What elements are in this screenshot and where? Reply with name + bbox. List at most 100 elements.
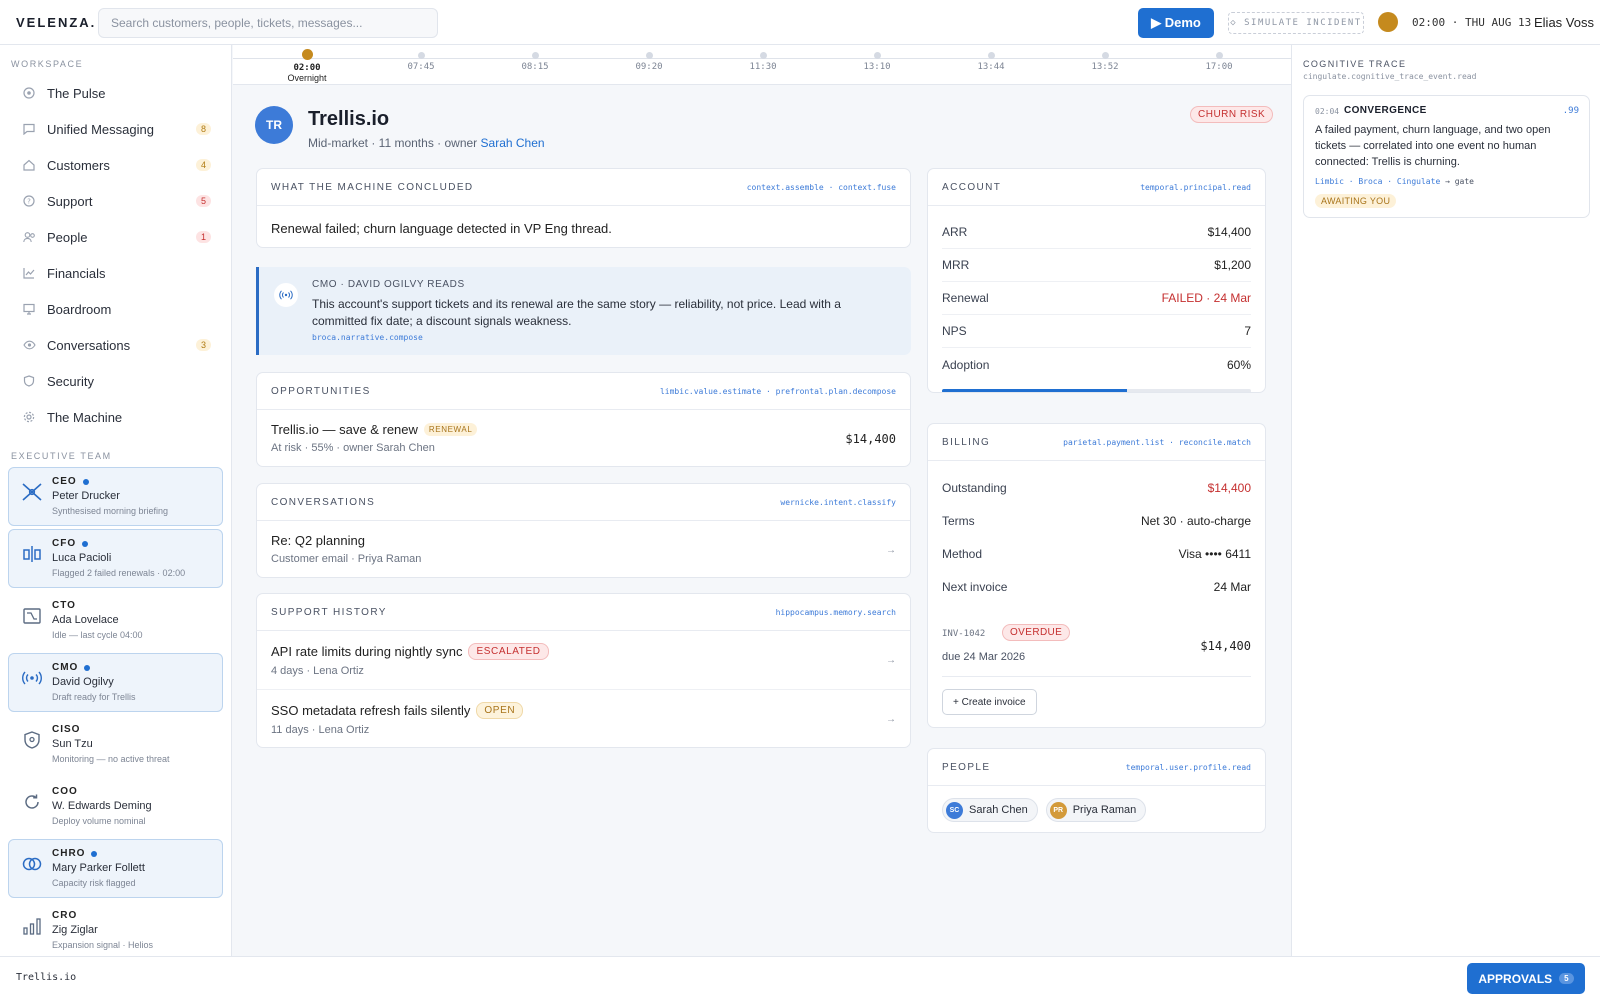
- table-row[interactable]: SSO metadata refresh fails silently OPEN …: [257, 690, 910, 747]
- sidebar-item-conversations[interactable]: Conversations 3: [0, 327, 231, 363]
- tick-time: 09:20: [635, 62, 663, 72]
- sidebar-item-label: Security: [47, 373, 94, 389]
- timeline-tick[interactable]: 07:45: [391, 48, 451, 72]
- people-icon: [22, 230, 36, 244]
- exec-name: Zig Ziglar: [52, 924, 98, 936]
- exec-card-cto[interactable]: CTO Ada Lovelace Idle — last cycle 04:00: [8, 591, 223, 650]
- timeline-tick-current[interactable]: 02:00 Overnight: [277, 48, 337, 83]
- card-title: WHAT THE MACHINE CONCLUDED: [271, 181, 474, 193]
- item-title: SSO metadata refresh fails silently: [271, 703, 471, 718]
- time-of-day-icon: [1378, 12, 1398, 32]
- conclusion-text: Renewal failed; churn language detected …: [271, 221, 612, 236]
- count-badge: 1: [195, 231, 211, 243]
- approvals-button[interactable]: APPROVALS 5: [1467, 963, 1585, 994]
- timeline-tick[interactable]: 13:10: [847, 48, 907, 72]
- sidebar-item-people[interactable]: People 1: [0, 219, 231, 255]
- timeline-now-dot: [301, 49, 313, 60]
- chain-step[interactable]: Broca: [1358, 177, 1382, 186]
- sidebar-item-support[interactable]: ? Support 5: [0, 183, 231, 219]
- balance-icon: [21, 543, 43, 565]
- count-badge: 4: [195, 159, 211, 171]
- panel-subtitle: cingulate.cognitive_trace_event.read: [1303, 72, 1477, 81]
- timeline-tick[interactable]: 11:30: [733, 48, 793, 72]
- sidebar-item-label: Boardroom: [47, 301, 112, 317]
- cognitive-trace-panel: COGNITIVE TRACE cingulate.cognitive_trac…: [1291, 45, 1600, 956]
- item-subtitle: 4 days · Lena Ortiz: [271, 665, 364, 677]
- kv-row-nps: NPS 7: [942, 315, 1251, 348]
- kv-row-outstanding: Outstanding $14,400: [942, 480, 1251, 495]
- timeline: 02:00 Overnight 07:45 08:15 09:20 11:30 …: [233, 45, 1291, 85]
- invoice-row[interactable]: INV-1042 OVERDUE due 24 Mar 2026 $14,400: [942, 615, 1251, 677]
- timeline-tick[interactable]: 17:00: [1189, 48, 1249, 72]
- crossed-lines-icon: [21, 481, 43, 503]
- main-content: TR Trellis.io Mid-market · 11 months · o…: [233, 86, 1291, 956]
- monitor-icon: [22, 302, 36, 316]
- invoice-amount: $14,400: [1200, 639, 1251, 653]
- exec-role: CHRO: [52, 848, 222, 859]
- escalated-badge: ESCALATED: [468, 643, 549, 660]
- executive-team-label: EXECUTIVE TEAM: [11, 451, 112, 461]
- owner-link[interactable]: Sarah Chen: [481, 136, 545, 150]
- sidebar-item-boardroom[interactable]: Boardroom: [0, 291, 231, 327]
- exec-card-cfo[interactable]: CFO Luca Pacioli Flagged 2 failed renewa…: [8, 529, 223, 588]
- card-tag: parietal.payment.list · reconcile.match: [1063, 437, 1251, 447]
- event-time: 02:04: [1315, 107, 1340, 116]
- sidebar-item-financials[interactable]: Financials: [0, 255, 231, 291]
- cycle-icon: [21, 791, 43, 813]
- user-name[interactable]: Elias Voss: [1534, 15, 1594, 30]
- list-item[interactable]: Re: Q2 planning Customer email · Priya R…: [257, 521, 910, 577]
- app-logo[interactable]: VELENZA.: [16, 15, 96, 30]
- person-chip[interactable]: PR Priya Raman: [1045, 798, 1147, 822]
- timeline-tick[interactable]: 13:44: [961, 48, 1021, 72]
- exec-status: Expansion signal · Helios: [52, 940, 154, 950]
- person-chip[interactable]: SC Sarah Chen: [942, 798, 1038, 822]
- chain-step[interactable]: Cingulate: [1397, 177, 1440, 186]
- exec-card-cro[interactable]: CRO Zig Ziglar Expansion signal · Helios: [8, 901, 223, 956]
- card-title: OPPORTUNITIES: [271, 385, 371, 397]
- churn-risk-badge: CHURN RISK: [1190, 106, 1274, 123]
- exec-card-ceo[interactable]: CEO Peter Drucker Synthesised morning br…: [8, 467, 223, 526]
- card-tag: hippocampus.memory.search: [775, 607, 896, 617]
- sidebar-item-label: Unified Messaging: [47, 121, 154, 137]
- sidebar-item-label: Conversations: [47, 337, 131, 353]
- chain-step[interactable]: Limbic: [1315, 177, 1344, 186]
- pulse-icon: [22, 86, 36, 100]
- awaiting-badge: AWAITING YOU: [1315, 194, 1397, 208]
- simulate-incident-button[interactable]: ◇ SIMULATE INCIDENT: [1228, 12, 1364, 34]
- sidebar-item-label: Support: [47, 193, 93, 209]
- kv-row-terms: Terms Net 30 · auto-charge: [942, 513, 1251, 528]
- table-row[interactable]: API rate limits during nightly sync ESCAL…: [257, 631, 910, 690]
- timeline-tick[interactable]: 08:15: [505, 48, 565, 72]
- approvals-count-badge: 5: [1559, 973, 1574, 984]
- exec-card-cmo[interactable]: CMO David Ogilvy Draft ready for Trellis: [8, 653, 223, 712]
- trace-event-card[interactable]: 02:04 CONVERGENCE .99 A failed payment, …: [1303, 95, 1590, 218]
- exec-card-ciso[interactable]: CISO Sun Tzu Monitoring — no active thre…: [8, 715, 223, 774]
- sidebar-item-security[interactable]: Security: [0, 363, 231, 399]
- sidebar-item-unified-messaging[interactable]: Unified Messaging 8: [0, 111, 231, 147]
- demo-button[interactable]: ▶ Demo: [1138, 8, 1214, 38]
- event-body: A failed payment, churn language, and tw…: [1315, 124, 1551, 168]
- sidebar-item-pulse[interactable]: The Pulse: [0, 75, 231, 111]
- list-item[interactable]: Trellis.io — save & renew RENEWAL At risk…: [257, 410, 910, 466]
- workspace-nav: The Pulse Unified Messaging 8 Customers …: [0, 75, 231, 435]
- exec-card-coo[interactable]: COO W. Edwards Deming Deploy volume nomi…: [8, 777, 223, 836]
- card-title: CONVERSATIONS: [271, 496, 376, 508]
- create-invoice-button[interactable]: + Create invoice: [942, 689, 1037, 715]
- item-title: API rate limits during nightly sync: [271, 644, 463, 659]
- exec-name: Ada Lovelace: [52, 614, 119, 626]
- open-badge: OPEN: [476, 702, 524, 719]
- sidebar-item-the-machine[interactable]: The Machine: [0, 399, 231, 435]
- card-tag: limbic.value.estimate · prefrontal.plan.…: [659, 386, 896, 396]
- exec-status: Flagged 2 failed renewals · 02:00: [52, 568, 186, 578]
- timeline-tick[interactable]: 09:20: [619, 48, 679, 72]
- tick-time: 13:52: [1091, 62, 1119, 72]
- timeline-tick[interactable]: 13:52: [1075, 48, 1135, 72]
- count-badge: 5: [195, 195, 211, 207]
- footer: Trellis.io APPROVALS 5: [0, 956, 1600, 1000]
- exec-card-chro[interactable]: CHRO Mary Parker Follett Capacity risk f…: [8, 839, 223, 898]
- exec-status: Deploy volume nominal: [52, 816, 146, 826]
- broadcast-icon: [21, 667, 43, 689]
- search-input[interactable]: [98, 8, 438, 38]
- sidebar-item-customers[interactable]: Customers 4: [0, 147, 231, 183]
- active-indicator: [84, 664, 91, 671]
